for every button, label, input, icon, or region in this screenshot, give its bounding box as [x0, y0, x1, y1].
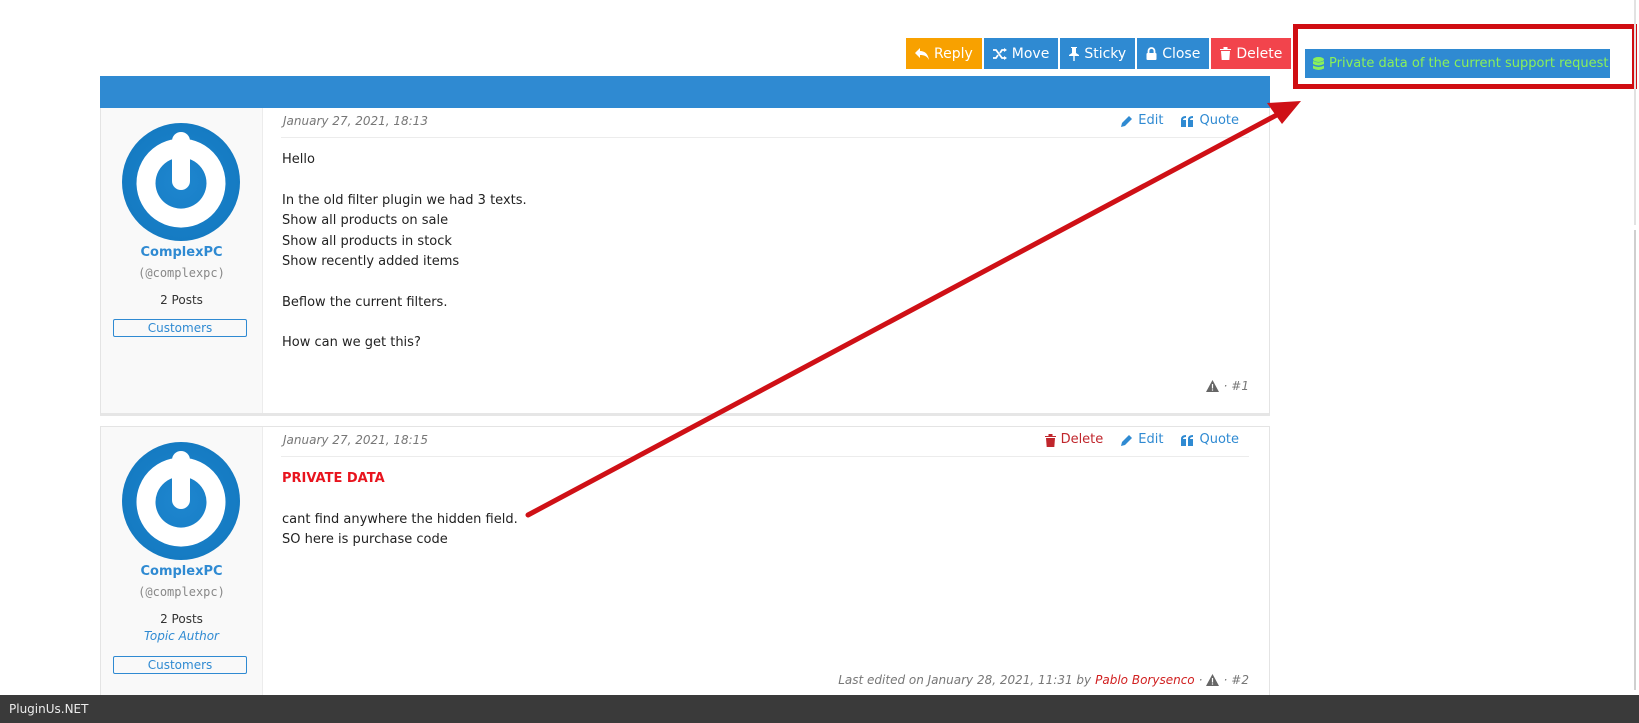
database-icon	[1313, 56, 1324, 70]
forum-post: ComplexPC (@complexpc) 2 Posts Topic Aut…	[100, 426, 1270, 697]
author-post-count: 2 Posts	[160, 612, 203, 626]
post-content: January 27, 2021, 18:13 Edit Quote Hello…	[281, 108, 1249, 413]
post-author-panel: ComplexPC (@complexpc) 2 Posts Customers	[101, 108, 263, 413]
sticky-label: Sticky	[1084, 45, 1127, 62]
close-label: Close	[1162, 45, 1201, 62]
quote-link[interactable]: Quote	[1181, 428, 1239, 452]
avatar	[122, 442, 240, 560]
post-footer: Last edited on January 28, 2021, 11:31 b…	[838, 673, 1249, 687]
delete-topic-button[interactable]: Delete	[1211, 38, 1292, 69]
shuffle-icon	[992, 47, 1007, 60]
move-label: Move	[1011, 45, 1050, 62]
trash-icon	[1220, 47, 1232, 60]
post-content: January 27, 2021, 18:15 Delete Edit Quot…	[281, 427, 1249, 696]
post-body: Hello In the old filter plugin we had 3 …	[282, 150, 527, 354]
report-warning-icon[interactable]	[1206, 674, 1220, 686]
post-actions: Edit Quote	[1121, 109, 1239, 133]
post-date: January 27, 2021, 18:13	[283, 114, 428, 128]
topic-author-label: Topic Author	[144, 629, 219, 643]
pin-icon	[1069, 46, 1080, 61]
separator-dot: ·	[1223, 379, 1228, 393]
author-handle: (@complexpc)	[138, 585, 225, 599]
reply-label: Reply	[934, 45, 973, 62]
separator-dot: ·	[1223, 673, 1228, 687]
post-line: In the old filter plugin we had 3 texts.	[282, 192, 527, 208]
post-date: January 27, 2021, 18:15	[283, 433, 428, 447]
last-edited-text: Last edited on January 28, 2021, 11:31 b…	[838, 673, 1092, 687]
post-number[interactable]: #2	[1231, 673, 1249, 687]
post-meta: January 27, 2021, 18:15 Delete Edit Quot…	[281, 427, 1249, 457]
post-line: Beflow the current filters.	[282, 294, 448, 310]
private-data-label: Private data of the current support requ…	[1329, 56, 1609, 71]
reply-button[interactable]: Reply	[906, 38, 982, 69]
quote-link[interactable]: Quote	[1181, 109, 1239, 133]
delete-label: Delete	[1060, 432, 1104, 447]
author-post-count: 2 Posts	[160, 293, 203, 307]
gravatar-logo-icon	[136, 451, 226, 547]
close-button[interactable]: Close	[1137, 38, 1210, 69]
post-actions: Delete Edit Quote	[1044, 428, 1239, 452]
author-handle: (@complexpc)	[138, 266, 225, 280]
private-data-title: PRIVATE DATA	[282, 471, 385, 486]
post-author-panel: ComplexPC (@complexpc) 2 Posts Topic Aut…	[101, 427, 263, 696]
post-meta: January 27, 2021, 18:13 Edit Quote	[281, 108, 1249, 138]
post-body: PRIVATE DATA cant find anywhere the hidd…	[282, 469, 518, 551]
move-button[interactable]: Move	[983, 38, 1059, 69]
topic-header-bar	[100, 76, 1270, 108]
lock-icon	[1146, 47, 1157, 60]
edit-label: Edit	[1138, 113, 1164, 128]
gravatar-logo-icon	[136, 132, 226, 228]
post-line: Show recently added items	[282, 254, 460, 269]
post-number[interactable]: #1	[1231, 379, 1249, 393]
quote-icon	[1181, 434, 1194, 446]
post-footer: · #1	[1206, 379, 1249, 393]
edit-link[interactable]: Edit	[1121, 109, 1163, 133]
post-line: How can we get this?	[282, 335, 421, 350]
quote-label: Quote	[1199, 432, 1239, 447]
editor-name-link[interactable]: Pablo Borysenco	[1095, 673, 1195, 687]
pencil-icon	[1121, 116, 1133, 127]
post-line: Show all products on sale	[282, 213, 449, 228]
pencil-icon	[1121, 435, 1133, 446]
author-role-badge: Customers	[113, 319, 247, 337]
post-line: cant find anywhere the hidden field.	[282, 511, 518, 527]
author-name[interactable]: ComplexPC	[101, 245, 262, 260]
delete-label: Delete	[1236, 45, 1283, 62]
post-line: SO here is purchase code	[282, 532, 448, 547]
status-bar-text: PluginUs.NET	[9, 702, 89, 716]
sticky-button[interactable]: Sticky	[1060, 38, 1136, 69]
status-bar: PluginUs.NET	[0, 695, 1639, 723]
author-name[interactable]: ComplexPC	[101, 564, 262, 579]
reply-icon	[915, 47, 929, 60]
edit-link[interactable]: Edit	[1121, 428, 1163, 452]
report-warning-icon[interactable]	[1206, 380, 1220, 392]
edit-label: Edit	[1138, 432, 1164, 447]
scrollbar-thumb[interactable]	[1634, 230, 1636, 690]
post-line: Show all products in stock	[282, 233, 452, 249]
forum-post: ComplexPC (@complexpc) 2 Posts Customers…	[100, 108, 1270, 416]
quote-label: Quote	[1199, 113, 1239, 128]
avatar	[122, 123, 240, 241]
topic-toolbar: Reply Move Sticky Close Delete	[906, 38, 1292, 69]
quote-icon	[1181, 115, 1194, 127]
trash-icon	[1044, 433, 1056, 447]
post-line: Hello	[282, 152, 315, 167]
scrollbar-track	[1634, 0, 1636, 225]
author-role-badge: Customers	[113, 656, 247, 674]
private-data-button[interactable]: Private data of the current support requ…	[1305, 49, 1610, 78]
separator-dot: ·	[1198, 673, 1203, 687]
delete-post-link[interactable]: Delete	[1044, 428, 1104, 452]
